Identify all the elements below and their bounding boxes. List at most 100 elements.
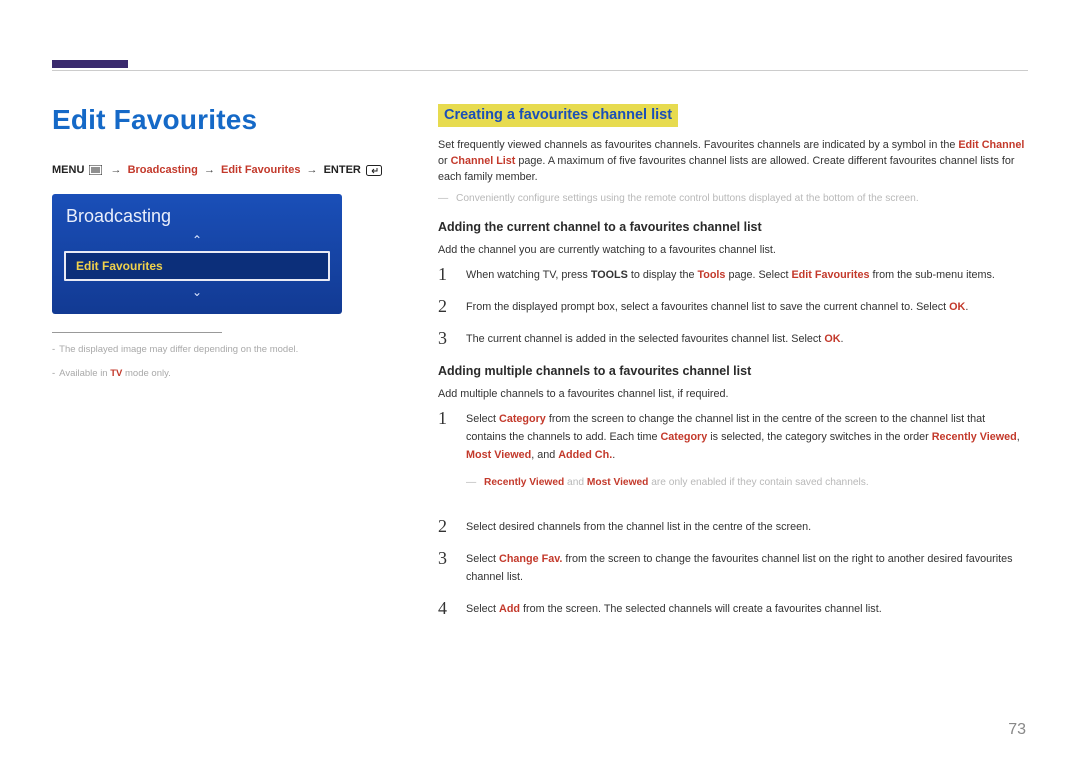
step-item: 3 The current channel is added in the se… (438, 330, 1028, 348)
text: From the displayed prompt box, select a … (466, 301, 949, 313)
text: . (841, 333, 844, 345)
bold-most-viewed: Most Viewed (466, 449, 531, 461)
breadcrumb: MENU → Broadcasting → Edit Favourites → … (52, 164, 392, 176)
step-number: 3 (438, 550, 452, 586)
enter-icon (366, 165, 382, 176)
subheading-adding-current: Adding the current channel to a favourit… (438, 220, 1028, 234)
page-number: 73 (1008, 721, 1026, 739)
steps-adding-current: 1 When watching TV, press TOOLS to displ… (438, 266, 1028, 348)
bold-edit-channel: Edit Channel (958, 139, 1024, 151)
breadcrumb-enter-label: ENTER (324, 164, 361, 176)
footnote-text: The displayed image may differ depending… (59, 344, 298, 355)
step-text: The current channel is added in the sele… (466, 330, 844, 348)
osd-preview-panel: Broadcasting ⌃ Edit Favourites ⌄ (52, 194, 342, 314)
footnote-divider (52, 332, 222, 333)
text: or (438, 155, 451, 167)
dash-icon: - (52, 368, 55, 379)
step-text: Select desired channels from the channel… (466, 518, 811, 536)
footnote-text-a: Available in (59, 368, 110, 379)
step-number: 1 (438, 266, 452, 284)
text: page. Select (725, 269, 791, 281)
breadcrumb-menu-label: MENU (52, 164, 84, 176)
menu-icon (89, 165, 102, 175)
manual-page: Edit Favourites MENU → Broadcasting → Ed… (0, 0, 1080, 763)
chevron-up-icon: ⌃ (52, 233, 342, 247)
breadcrumb-arrow-icon: → (201, 164, 218, 176)
text: and (564, 477, 587, 488)
text: Select (466, 553, 499, 565)
osd-selected-item: Edit Favourites (64, 251, 330, 281)
intro-note: Conveniently configure settings using th… (438, 193, 1028, 204)
step-item: 3 Select Change Fav. from the screen to … (438, 550, 1028, 586)
text: from the sub-menu items. (869, 269, 994, 281)
sub1-desc: Add the channel you are currently watchi… (438, 242, 1028, 258)
text: to display the (628, 269, 698, 281)
step-number: 3 (438, 330, 452, 348)
steps-adding-multiple: 1 Select Category from the screen to cha… (438, 410, 1028, 618)
page-title: Edit Favourites (52, 104, 392, 136)
bold-recently-viewed: Recently Viewed (932, 431, 1017, 443)
section-heading: Creating a favourites channel list (438, 104, 678, 127)
step-text: When watching TV, press TOOLS to display… (466, 266, 995, 284)
footnote-line: -Available in TV mode only. (52, 367, 392, 381)
step-text: Select Category from the screen to chang… (466, 410, 1028, 504)
text: , (1017, 431, 1020, 443)
step-item: 2 From the displayed prompt box, select … (438, 298, 1028, 316)
two-column-layout: Edit Favourites MENU → Broadcasting → Ed… (52, 104, 1028, 632)
bold-tools-page: Tools (697, 269, 725, 281)
sub2-desc: Add multiple channels to a favourites ch… (438, 386, 1028, 402)
bold-recently-viewed: Recently Viewed (484, 477, 564, 488)
bold-ok: OK (949, 301, 965, 313)
footnote-line: -The displayed image may differ dependin… (52, 343, 392, 357)
bold-most-viewed: Most Viewed (587, 477, 649, 488)
text: The current channel is added in the sele… (466, 333, 824, 345)
step-text: Select Add from the screen. The selected… (466, 600, 882, 618)
text: is selected, the category switches in th… (707, 431, 931, 443)
osd-header: Broadcasting (52, 204, 342, 233)
intro-paragraph: Set frequently viewed channels as favour… (438, 137, 1028, 185)
header-divider (52, 70, 1028, 71)
text: , and (531, 449, 558, 461)
text: . (965, 301, 968, 313)
text: Select (466, 603, 499, 615)
breadcrumb-broadcasting: Broadcasting (128, 164, 198, 176)
step-number: 2 (438, 518, 452, 536)
left-column: Edit Favourites MENU → Broadcasting → Ed… (52, 104, 392, 632)
subheading-adding-multiple: Adding multiple channels to a favourites… (438, 364, 1028, 378)
bold-category: Category (660, 431, 707, 443)
bold-change-fav: Change Fav. (499, 553, 562, 565)
text: from the screen. The selected channels w… (520, 603, 882, 615)
text: page. A maximum of five favourites chann… (438, 155, 1015, 183)
bold-channel-list: Channel List (451, 155, 516, 167)
step-number: 4 (438, 600, 452, 618)
footnote-bold: TV (110, 368, 122, 379)
step-note: Recently Viewed and Most Viewed are only… (466, 474, 1028, 492)
text: When watching TV, press (466, 269, 591, 281)
bold-edit-favourites: Edit Favourites (791, 269, 869, 281)
right-column: Creating a favourites channel list Set f… (438, 104, 1028, 632)
dash-icon: - (52, 344, 55, 355)
chevron-down-icon: ⌄ (52, 285, 342, 299)
bold-tools-key: TOOLS (591, 269, 628, 281)
step-item: 4 Select Add from the screen. The select… (438, 600, 1028, 618)
step-item: 2 Select desired channels from the chann… (438, 518, 1028, 536)
step-number: 2 (438, 298, 452, 316)
bold-category: Category (499, 413, 546, 425)
breadcrumb-edit-favourites: Edit Favourites (221, 164, 300, 176)
text: Set frequently viewed channels as favour… (438, 139, 958, 151)
header-accent-bar (52, 60, 128, 68)
step-text: Select Change Fav. from the screen to ch… (466, 550, 1028, 586)
footnote-text-b: mode only. (122, 368, 170, 379)
breadcrumb-arrow-icon: → (304, 164, 321, 176)
step-text: From the displayed prompt box, select a … (466, 298, 968, 316)
step-item: 1 Select Category from the screen to cha… (438, 410, 1028, 504)
bold-add: Add (499, 603, 520, 615)
text: are only enabled if they contain saved c… (648, 477, 868, 488)
breadcrumb-arrow-icon: → (108, 164, 125, 176)
bold-ok: OK (824, 333, 840, 345)
step-item: 1 When watching TV, press TOOLS to displ… (438, 266, 1028, 284)
step-number: 1 (438, 410, 452, 504)
bold-added-ch: Added Ch. (558, 449, 612, 461)
text: . (612, 449, 615, 461)
text: Select (466, 413, 499, 425)
